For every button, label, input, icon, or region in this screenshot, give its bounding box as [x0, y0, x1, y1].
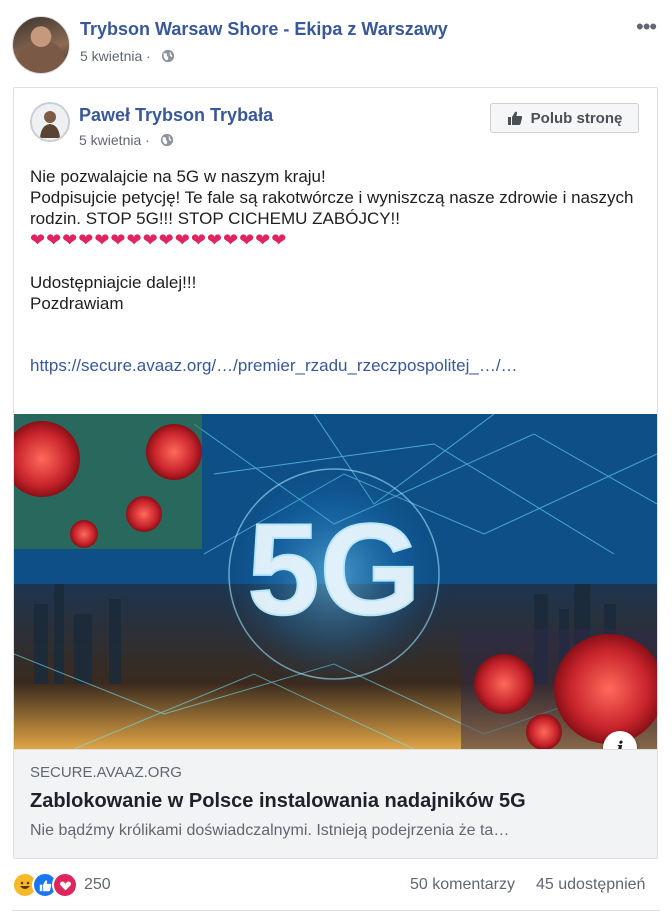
- author-name-link[interactable]: Paweł Trybson Trybała: [79, 105, 273, 126]
- link-preview-image[interactable]: 5G: [14, 414, 657, 749]
- author-avatar[interactable]: [30, 102, 70, 142]
- post-text-line: Udostępniajcie dalej!!!: [30, 273, 197, 292]
- link-title[interactable]: Zablokowanie w Polsce instalowania nadaj…: [30, 790, 526, 813]
- image-5g-text: 5G: [247, 496, 420, 642]
- more-options-icon[interactable]: •••: [636, 14, 657, 40]
- reaction-count[interactable]: 250: [84, 876, 111, 894]
- post-text-line: Pozdrawiam: [30, 294, 124, 313]
- love-icon: [52, 872, 78, 898]
- shared-post-date-text[interactable]: 5 kwietnia: [79, 132, 141, 148]
- petition-link[interactable]: https://secure.avaaz.org/…/premier_rzadu…: [30, 356, 518, 376]
- shares-count-link[interactable]: 45 udostępnień: [536, 876, 645, 894]
- shared-post-card: Paweł Trybson Trybała 5 kwietnia · Polub…: [13, 87, 658, 859]
- page-avatar[interactable]: [12, 16, 70, 74]
- link-domain: SECURE.AVAAZ.ORG: [30, 764, 182, 781]
- globe-icon: [161, 49, 174, 63]
- page-name-link[interactable]: Trybson Warsaw Shore - Ekipa z Warszawy: [80, 19, 448, 40]
- thumbs-up-icon: [507, 111, 522, 125]
- link-preview-meta[interactable]: SECURE.AVAAZ.ORG Zablokowanie w Polsce i…: [14, 749, 657, 858]
- link-description: Nie bądźmy królikami doświadczalnymi. Is…: [30, 822, 510, 839]
- footer-divider: [12, 910, 660, 911]
- hearts-emoji-row: ❤❤❤❤❤❤❤❤❤❤❤❤❤❤❤❤: [30, 230, 288, 250]
- post-body: Nie pozwalajcie na 5G w naszym kraju! Po…: [30, 166, 645, 314]
- like-page-button[interactable]: Polub stronę: [490, 103, 639, 133]
- like-page-label: Polub stronę: [530, 109, 623, 127]
- post-date[interactable]: 5 kwietnia ·: [80, 48, 175, 64]
- post-text-line: Podpisujcie petycję! Te fale są rakotwór…: [30, 188, 634, 228]
- comments-count-link[interactable]: 50 komentarzy: [410, 876, 515, 894]
- post-date-text[interactable]: 5 kwietnia: [80, 48, 142, 64]
- reactions-summary[interactable]: 250: [12, 872, 111, 898]
- globe-icon: [160, 133, 173, 147]
- post-text-line: Nie pozwalajcie na 5G w naszym kraju!: [30, 167, 326, 186]
- shared-post-date[interactable]: 5 kwietnia ·: [79, 132, 174, 148]
